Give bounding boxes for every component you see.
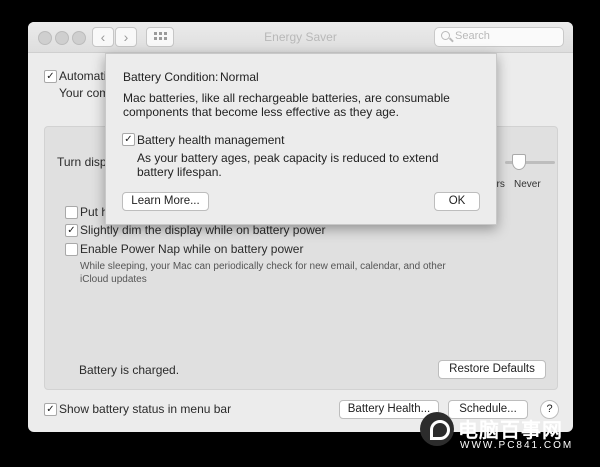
battery-health-management-label: Battery health management	[137, 133, 285, 147]
watermark-url: WWW.PC841.COM	[460, 440, 574, 451]
search-icon	[441, 31, 450, 40]
search-field[interactable]: Search	[434, 27, 564, 47]
battery-health-management-checkbox[interactable]: ✓	[122, 133, 135, 146]
power-nap-description-line2: iCloud updates	[80, 274, 147, 285]
battery-status-text: Battery is charged.	[79, 363, 180, 377]
health-management-description-line2: battery lifespan.	[137, 165, 222, 179]
put-hard-disks-checkbox[interactable]	[65, 206, 78, 219]
display-sleep-slider-thumb[interactable]	[512, 154, 526, 170]
watermark-name: 电脑百事网	[458, 420, 563, 442]
power-nap-description-line1: While sleeping, your Mac can periodicall…	[80, 261, 446, 272]
health-management-description-line1: As your battery ages, peak capacity is r…	[137, 151, 439, 165]
ok-button[interactable]: OK	[434, 192, 480, 211]
search-placeholder: Search	[455, 30, 490, 42]
title-bar: ‹ › Energy Saver Search	[28, 22, 573, 53]
battery-health-sheet: Battery Condition: Normal Mac batteries,…	[105, 53, 497, 225]
watermark: 电脑百事网 WWW.PC841.COM	[420, 412, 600, 467]
show-battery-status-checkbox[interactable]: ✓	[44, 403, 57, 416]
dim-display-checkbox[interactable]: ✓	[65, 224, 78, 237]
learn-more-button[interactable]: Learn More...	[122, 192, 209, 211]
restore-defaults-button[interactable]: Restore Defaults	[438, 360, 546, 379]
battery-description-line2: components that become less effective as…	[123, 105, 399, 119]
power-nap-label: Enable Power Nap while on battery power	[80, 242, 304, 256]
automatic-graphics-checkbox[interactable]: ✓	[44, 70, 57, 83]
show-battery-status-label: Show battery status in menu bar	[59, 402, 232, 416]
watermark-logo-icon	[420, 412, 454, 446]
power-nap-checkbox[interactable]	[65, 243, 78, 256]
battery-condition-value: Normal	[220, 70, 259, 84]
dim-display-label: Slightly dim the display while on batter…	[80, 223, 326, 237]
slider-label-never: Never	[514, 179, 541, 190]
battery-description-line1: Mac batteries, like all rechargeable bat…	[123, 91, 450, 105]
turn-display-off-label: Turn displ	[57, 155, 110, 169]
automatic-graphics-sublabel: Your com	[59, 86, 110, 100]
battery-condition-label: Battery Condition:	[123, 70, 219, 84]
put-hard-disks-label: Put h	[80, 205, 109, 219]
